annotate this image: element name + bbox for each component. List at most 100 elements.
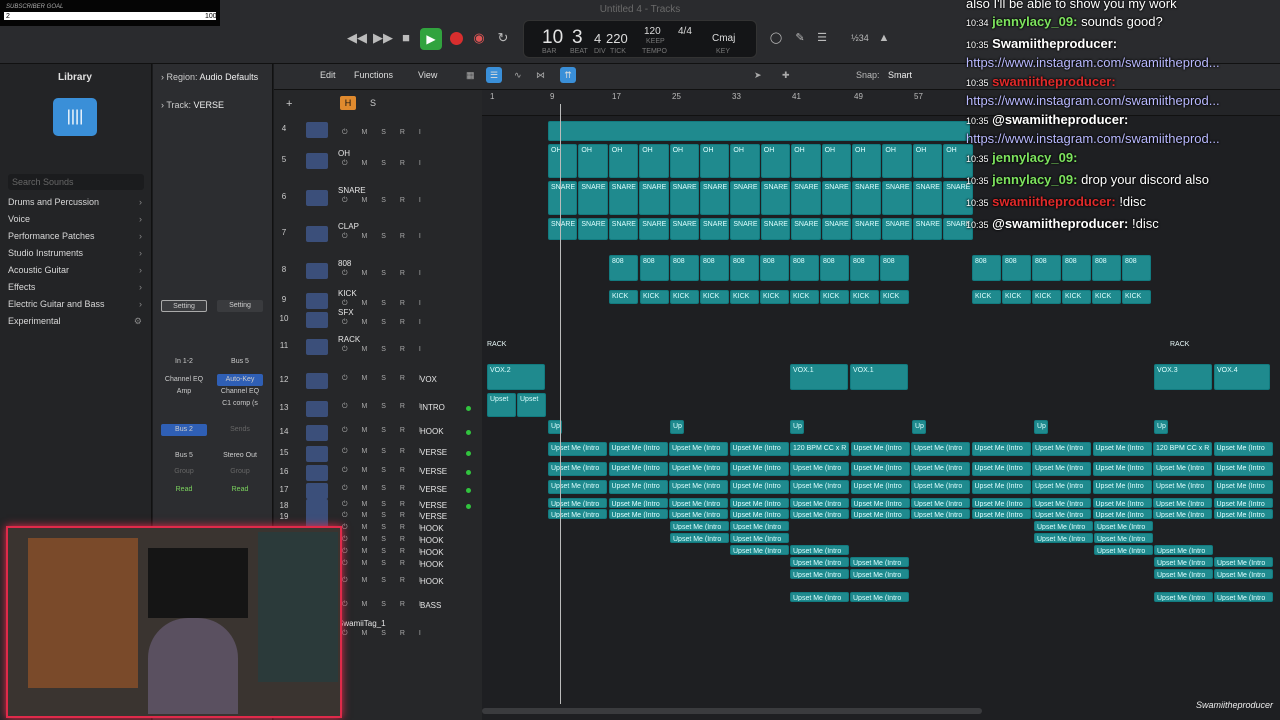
verse-region[interactable]: Upset Me (Intro — [1032, 442, 1091, 456]
clap-region[interactable]: SNARE — [669, 218, 699, 240]
track-row[interactable]: 9 KICK ⏻ M S R I — [274, 289, 482, 310]
verse-region[interactable]: 120 BPM CC x R — [790, 442, 849, 456]
rewind-icon[interactable]: ◀◀ — [346, 28, 368, 48]
group-slot[interactable]: Group — [161, 466, 207, 478]
verse-region[interactable]: Upset Me (Intro — [1032, 480, 1091, 494]
intro-region[interactable]: Upset — [487, 393, 516, 417]
track-name[interactable]: 808 — [338, 259, 351, 268]
track-mute-solo-record-buttons[interactable]: ⏻ M S R I — [342, 512, 427, 520]
track-name[interactable]: SwamiiTag_1 — [338, 619, 386, 628]
hook-region[interactable]: Upset Me (Intro — [1214, 569, 1273, 579]
crosshair-tool-icon[interactable]: ✚ — [782, 70, 790, 81]
verse-region[interactable]: Upset Me (Intro — [971, 498, 1031, 508]
snare-region[interactable]: SNARE — [852, 181, 882, 215]
hook-region[interactable]: Upset Me (Intro — [850, 592, 909, 602]
hook-region[interactable]: Upset Me (Intro — [1154, 592, 1213, 602]
region-header[interactable]: › Region: Audio Defaults — [161, 72, 258, 82]
hook-region[interactable]: Up — [670, 420, 684, 434]
snare-region[interactable]: SNARE — [578, 181, 608, 215]
hook-region[interactable]: Upset Me (Intro — [790, 569, 849, 579]
hook-region[interactable]: Upset Me (Intro — [790, 557, 849, 567]
verse-region[interactable]: Upset Me (Intro — [911, 462, 970, 476]
eq-slot[interactable]: Channel EQ — [217, 386, 263, 398]
oh-region[interactable]: OH — [852, 144, 882, 178]
grid-icon[interactable]: ▦ — [466, 70, 475, 81]
verse-region[interactable]: Upset Me (Intro — [790, 509, 849, 519]
808-region[interactable]: 808 — [1092, 255, 1121, 281]
catch-icon[interactable]: ⇈ — [560, 67, 576, 83]
vox-region[interactable]: VOX.1 — [790, 364, 848, 390]
pencil-icon[interactable]: ✎ — [792, 28, 808, 48]
verse-region[interactable]: Upset Me (Intro — [548, 480, 607, 494]
verse-region[interactable]: Upset Me (Intro — [850, 462, 910, 476]
track-instrument-icon[interactable] — [306, 312, 328, 328]
track-mute-solo-record-buttons[interactable]: ⏻ M S R I — [342, 233, 427, 241]
hook-region[interactable]: Upset Me (Intro — [730, 521, 789, 531]
track-instrument-icon[interactable] — [306, 465, 328, 481]
track-row[interactable]: 10 SFX ⏻ M S R I — [274, 308, 482, 329]
clap-region[interactable]: SNARE — [608, 218, 639, 240]
verse-region[interactable]: Upset Me (Intro — [729, 442, 789, 456]
track-mute-solo-record-buttons[interactable]: ⏻ M S R I — [342, 524, 427, 532]
track-instrument-icon[interactable] — [306, 293, 328, 309]
oh-region[interactable]: OH — [669, 144, 699, 178]
oh-region[interactable]: OH — [791, 144, 821, 178]
kick-region[interactable]: KICK — [1002, 290, 1031, 304]
snare-region[interactable]: SNARE — [639, 181, 669, 215]
clap-region[interactable]: SNARE — [700, 218, 730, 240]
track-instrument-icon[interactable] — [306, 263, 328, 279]
clap-region[interactable]: SNARE — [852, 218, 882, 240]
kick-region[interactable]: KICK — [1122, 290, 1151, 304]
snap-select[interactable]: Smart — [888, 70, 912, 80]
library-item[interactable]: Effects › — [8, 279, 144, 296]
kick-region[interactable]: KICK — [850, 290, 879, 304]
hook-region[interactable]: Up — [912, 420, 926, 434]
oh-region[interactable]: OH — [821, 144, 851, 178]
verse-region[interactable]: Upset Me (Intro — [1092, 462, 1152, 476]
track-mute-solo-record-buttons[interactable]: ⏻ M S R I — [342, 300, 427, 308]
input-slot[interactable]: Bus 5 — [217, 356, 263, 368]
shield-icon[interactable]: ◯ — [768, 28, 784, 48]
verse-region[interactable]: Upset Me (Intro — [548, 509, 607, 519]
verse-region[interactable]: Upset Me (Intro — [1213, 442, 1273, 456]
clap-region[interactable]: SNARE — [578, 218, 608, 240]
track-header[interactable]: › Track: VERSE — [161, 100, 224, 110]
verse-region[interactable]: Upset Me (Intro — [1153, 498, 1212, 508]
verse-region[interactable]: Upset Me (Intro — [971, 442, 1031, 456]
verse-region[interactable]: Upset Me (Intro — [729, 462, 789, 476]
intro-region[interactable]: Upset — [517, 393, 546, 417]
verse-region[interactable]: Upset Me (Intro — [1032, 509, 1091, 519]
clap-region[interactable]: SNARE — [548, 218, 578, 240]
verse-region[interactable]: Upset Me (Intro — [608, 442, 668, 456]
verse-region[interactable]: Upset Me (Intro — [1213, 509, 1273, 519]
kick-region[interactable]: KICK — [730, 290, 759, 304]
oh-region[interactable]: OH — [882, 144, 912, 178]
verse-region[interactable]: Upset Me (Intro — [608, 509, 668, 519]
curve-icon[interactable]: ∿ — [514, 70, 522, 81]
track-instrument-icon[interactable] — [306, 226, 328, 242]
library-item[interactable]: Voice › — [8, 211, 144, 228]
verse-region[interactable]: Upset Me (Intro — [608, 498, 668, 508]
kick-region[interactable]: KICK — [760, 290, 789, 304]
track-mute-solo-record-buttons[interactable]: ⏻ M S R I — [342, 630, 427, 638]
verse-region[interactable]: Upset Me (Intro — [1213, 462, 1273, 476]
verse-region[interactable]: Upset Me (Intro — [669, 480, 728, 494]
verse-region[interactable]: Upset Me (Intro — [669, 509, 728, 519]
track-name[interactable]: CLAP — [338, 222, 359, 231]
oh-region[interactable]: OH — [548, 144, 578, 178]
808-region[interactable]: 808 — [820, 255, 849, 281]
verse-region[interactable]: Upset Me (Intro — [911, 509, 970, 519]
verse-region[interactable]: Upset Me (Intro — [971, 462, 1031, 476]
verse-region[interactable]: Upset Me (Intro — [850, 442, 910, 456]
hook-region[interactable]: Upset Me (Intro — [850, 569, 909, 579]
vox-region[interactable]: VOX.4 — [1214, 364, 1270, 390]
808-region[interactable]: 808 — [760, 255, 789, 281]
track-mute-solo-record-buttons[interactable]: ⏻ M S R I — [342, 346, 427, 354]
808-region[interactable]: 808 — [1122, 255, 1151, 281]
oh-region[interactable]: OH — [608, 144, 639, 178]
solo-global-button[interactable]: S — [370, 98, 376, 108]
edit-menu[interactable]: Edit — [320, 70, 336, 80]
kick-region[interactable]: KICK — [790, 290, 819, 304]
waveform-icon[interactable]: |||| — [53, 98, 97, 136]
group-slot[interactable]: Group — [217, 466, 263, 478]
